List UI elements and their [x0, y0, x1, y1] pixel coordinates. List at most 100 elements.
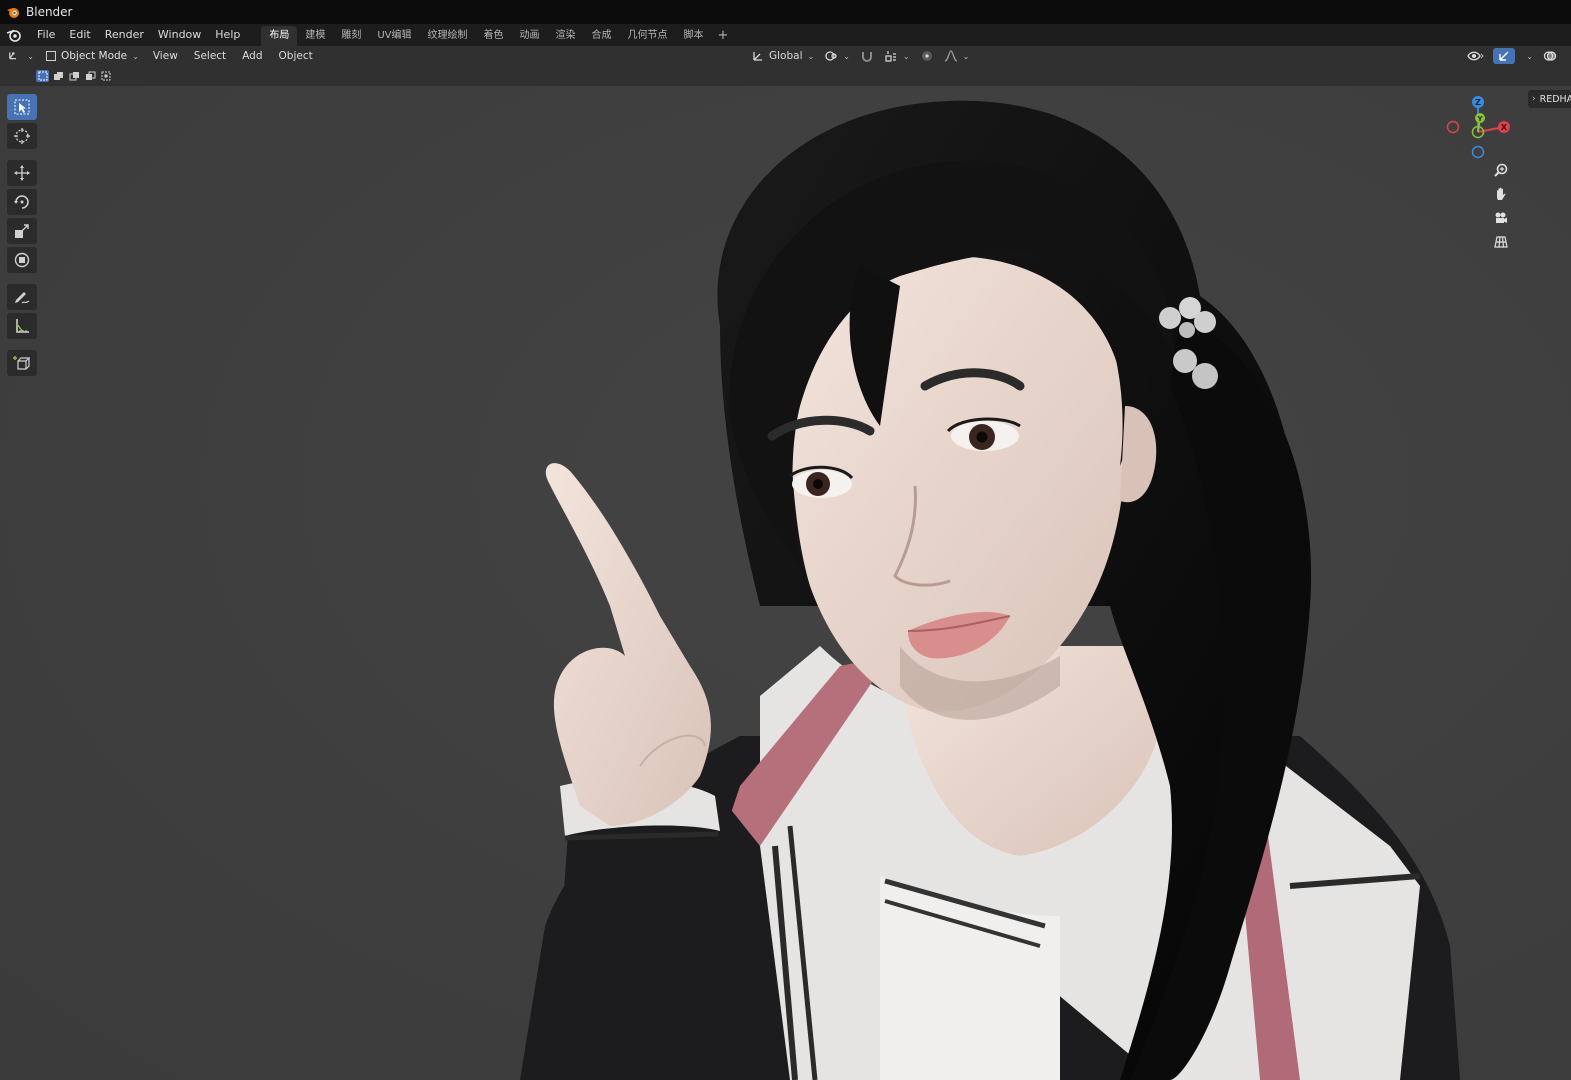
- gizmo-toggle[interactable]: [1493, 48, 1516, 64]
- select-invert-button[interactable]: [84, 70, 97, 82]
- select-extend-icon: [54, 72, 63, 80]
- menu-file[interactable]: File: [30, 24, 62, 46]
- overlays-icon: [1543, 51, 1557, 61]
- tool-settings-bar: [0, 66, 1571, 86]
- tab-sculpting[interactable]: 雕刻: [333, 26, 369, 46]
- transform-orientation-label: Global: [769, 50, 803, 62]
- menu-render[interactable]: Render: [98, 24, 151, 46]
- camera-view-button[interactable]: [1488, 208, 1514, 228]
- chevron-down-icon: ⌄: [902, 51, 910, 61]
- gizmo-icon: [1499, 51, 1509, 61]
- tool-transform[interactable]: [7, 247, 37, 273]
- falloff-select[interactable]: ⌄: [941, 48, 973, 64]
- blender-menu-icon[interactable]: [6, 27, 22, 43]
- axis-z-neg[interactable]: [1471, 145, 1485, 159]
- navigation-gizmo[interactable]: Z X Y: [1442, 94, 1514, 164]
- snap-target-select[interactable]: ⌄: [881, 48, 913, 64]
- tab-rendering[interactable]: 渲染: [548, 26, 584, 46]
- tab-layout[interactable]: 布局: [261, 26, 298, 46]
- annotate-icon: [15, 292, 30, 304]
- select-intersect-icon: [101, 71, 111, 81]
- camera-icon: [1495, 212, 1507, 223]
- select-extend-button[interactable]: [52, 70, 65, 82]
- add-workspace-button[interactable]: +: [712, 26, 735, 46]
- title-bar: Blender: [0, 0, 1571, 24]
- ortho-toggle-button[interactable]: [1488, 232, 1514, 252]
- editor-type-select[interactable]: ⌄: [8, 50, 34, 62]
- overlays-toggle[interactable]: [1539, 48, 1561, 64]
- menu-edit[interactable]: Edit: [62, 24, 97, 46]
- tool-cursor[interactable]: [7, 123, 37, 149]
- select-invert-icon: [86, 71, 96, 80]
- tab-modeling[interactable]: 建模: [297, 26, 333, 46]
- axis-x-neg[interactable]: [1446, 120, 1460, 134]
- tab-texture-paint[interactable]: 纹理绘制: [420, 26, 476, 46]
- sidebar-tab-redha[interactable]: › REDHA: [1528, 90, 1571, 108]
- tool-scale[interactable]: [7, 218, 37, 244]
- tool-move[interactable]: [7, 160, 37, 186]
- viewport-editor-icon: [9, 52, 17, 60]
- pivot-point-select[interactable]: ⌄: [821, 48, 853, 64]
- chevron-down-icon: ⌄: [843, 51, 850, 61]
- menu-window[interactable]: Window: [151, 24, 208, 46]
- pan-button[interactable]: [1488, 184, 1514, 204]
- tool-shelf: [7, 94, 37, 376]
- cursor-icon: [14, 128, 30, 144]
- 3d-viewport[interactable]: Z X Y › REDHA: [0, 86, 1571, 1080]
- snap-magnet-icon: [861, 52, 872, 62]
- add-cube-icon: [13, 356, 31, 370]
- select-subtract-icon: [69, 72, 79, 81]
- proportional-edit-icon: [921, 51, 932, 61]
- viewport-header: ⌄ Object Mode ⌄ View Select Add Object G…: [0, 46, 1571, 66]
- eye-icon: [1467, 51, 1485, 61]
- workspace-tabs: 布局 建模 雕刻 UV编辑 纹理绘制 着色 动画 渲染 合成 几何节点 脚本 +: [261, 24, 734, 46]
- orientation-icon: [753, 52, 762, 61]
- zoom-button[interactable]: [1488, 160, 1514, 180]
- scale-icon: [15, 224, 29, 238]
- transform-orientation-select[interactable]: Global ⌄: [748, 48, 817, 64]
- select-intersect-button[interactable]: [100, 70, 113, 82]
- object-mode-select[interactable]: Object Mode ⌄: [40, 48, 145, 64]
- chevron-right-icon: ›: [1532, 94, 1536, 104]
- blender-logo-icon: [7, 8, 19, 18]
- chevron-down-icon: ⌄: [27, 51, 34, 61]
- tool-annotate[interactable]: [7, 284, 37, 310]
- tab-compositing[interactable]: 合成: [584, 26, 620, 46]
- tab-uv-editing[interactable]: UV编辑: [369, 26, 419, 46]
- select-new-icon: [38, 71, 47, 81]
- menu-add[interactable]: Add: [234, 50, 270, 62]
- proportional-edit-toggle[interactable]: [917, 48, 937, 64]
- snap-toggle[interactable]: [857, 48, 877, 64]
- tab-shading[interactable]: 着色: [476, 26, 512, 46]
- tab-geometry-nodes[interactable]: 几何节点: [620, 26, 676, 46]
- zoom-icon: [1494, 163, 1508, 177]
- axis-y-label: Y: [1476, 115, 1483, 123]
- window-title: Blender: [26, 5, 73, 19]
- tool-select-box[interactable]: [7, 94, 37, 120]
- axis-z-label: Z: [1475, 98, 1481, 107]
- tab-animation[interactable]: 动画: [512, 26, 548, 46]
- pivot-icon: [825, 51, 837, 61]
- menu-object[interactable]: Object: [271, 50, 321, 62]
- navigation-buttons: [1488, 160, 1514, 252]
- select-subtract-button[interactable]: [68, 70, 81, 82]
- chevron-down-icon: ⌄: [807, 51, 815, 61]
- viewport-display-tools: ⌄: [1465, 46, 1561, 66]
- snap-increment-icon: [885, 51, 896, 62]
- tool-rotate[interactable]: [7, 189, 37, 215]
- chevron-down-icon: ⌄: [132, 51, 139, 61]
- pan-hand-icon: [1497, 187, 1506, 200]
- tool-add-cube[interactable]: [7, 350, 37, 376]
- menu-help[interactable]: Help: [208, 24, 247, 46]
- tab-scripting[interactable]: 脚本: [676, 26, 712, 46]
- select-box-icon: [14, 99, 30, 115]
- measure-icon: [16, 319, 29, 333]
- chevron-down-icon[interactable]: ⌄: [1526, 52, 1533, 61]
- menu-select[interactable]: Select: [186, 50, 234, 62]
- menu-view[interactable]: View: [145, 50, 186, 62]
- visibility-select[interactable]: [1465, 48, 1487, 64]
- select-new-button[interactable]: [36, 70, 49, 82]
- grid-ortho-icon: [1494, 236, 1508, 248]
- tool-measure[interactable]: [7, 313, 37, 339]
- falloff-curve-icon: [944, 50, 957, 62]
